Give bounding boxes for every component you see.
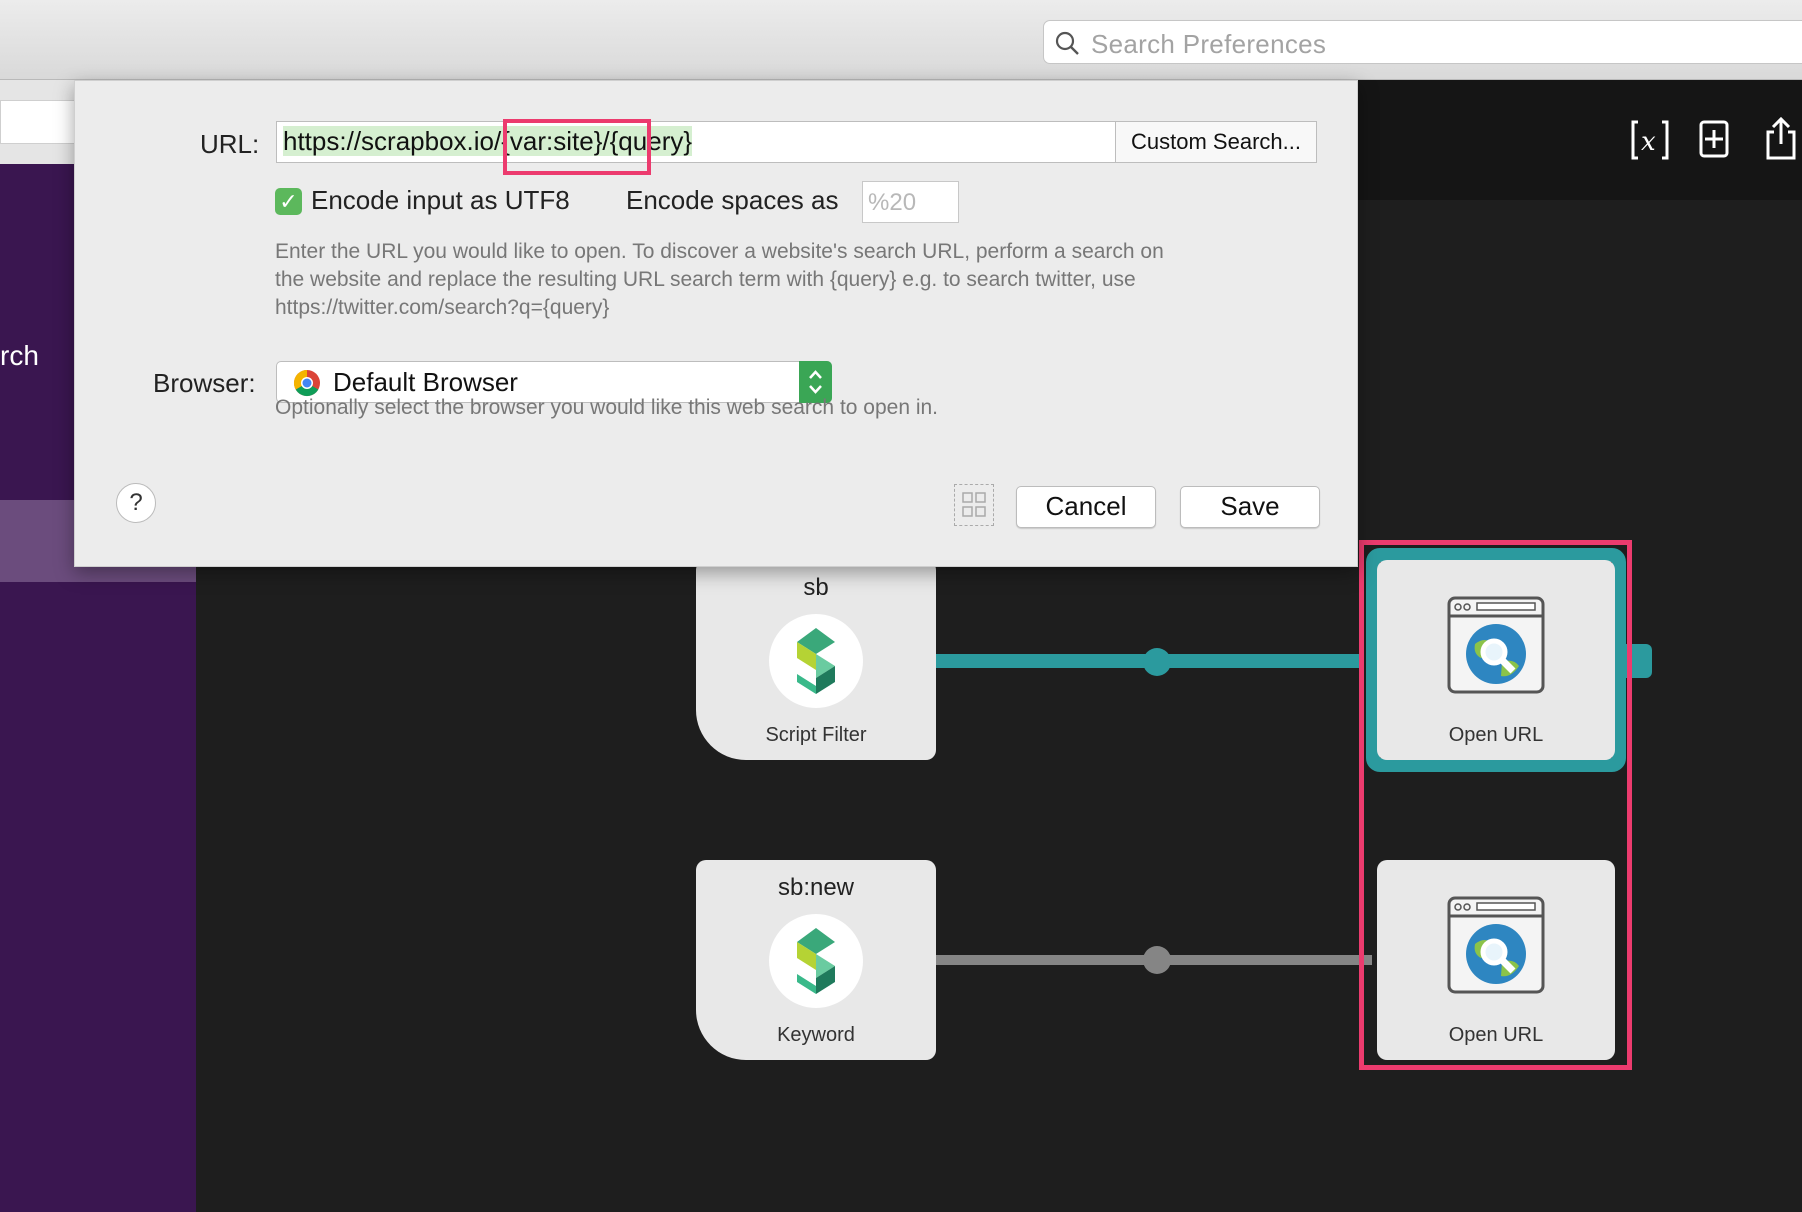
encode-utf8-label: Encode input as UTF8 bbox=[311, 185, 570, 215]
node-type-label: Script Filter bbox=[765, 724, 867, 746]
add-icon[interactable] bbox=[1699, 120, 1729, 158]
save-button[interactable]: Save bbox=[1180, 486, 1320, 528]
sidebar-item-label[interactable]: rch bbox=[0, 340, 39, 372]
search-preferences-input[interactable]: Search Preferences bbox=[1043, 20, 1802, 64]
variable-icon[interactable]: x bbox=[1630, 118, 1670, 162]
search-icon bbox=[1055, 31, 1079, 55]
chrome-icon bbox=[293, 369, 320, 397]
node-type-label: Keyword bbox=[777, 1024, 855, 1046]
url-label: URL: bbox=[200, 129, 260, 159]
url-annotation-highlight bbox=[503, 119, 651, 175]
node-title: sb bbox=[803, 574, 829, 601]
url-help-line-3: https://twitter.com/search?q={query} bbox=[275, 296, 610, 319]
url-value-prefix: https://scrapbox.io bbox=[283, 126, 494, 156]
grid-icon[interactable] bbox=[954, 484, 994, 526]
scrapbox-logo-icon bbox=[769, 614, 863, 708]
left-filter-field[interactable] bbox=[0, 100, 75, 144]
url-help-line-1: Enter the URL you would like to open. To… bbox=[275, 240, 1164, 263]
encode-spaces-input[interactable]: %20 bbox=[862, 181, 959, 223]
keyword-node[interactable]: sb:new Keyword bbox=[696, 860, 936, 1060]
connection-handle-active[interactable] bbox=[1143, 648, 1171, 676]
web-search-dialog: URL: https://scrapbox.io/{var:site}/{que… bbox=[74, 80, 1358, 567]
custom-search-button[interactable]: Custom Search... bbox=[1115, 121, 1317, 163]
encode-utf8-checkbox[interactable]: ✓ bbox=[275, 188, 302, 215]
cancel-button[interactable]: Cancel bbox=[1016, 486, 1156, 528]
browser-label: Browser: bbox=[153, 368, 256, 398]
browser-help-text: Optionally select the browser you would … bbox=[275, 396, 939, 419]
connection-handle[interactable] bbox=[1143, 946, 1171, 974]
scrapbox-logo-icon bbox=[769, 914, 863, 1008]
share-icon[interactable] bbox=[1764, 116, 1798, 160]
preferences-toolbar: Search Preferences bbox=[0, 0, 1802, 80]
help-button[interactable]: ? bbox=[116, 483, 156, 523]
encode-spaces-label: Encode spaces as bbox=[626, 185, 839, 215]
url-input[interactable]: https://scrapbox.io/{var:site}/{query} bbox=[276, 119, 1116, 175]
node-title: sb:new bbox=[777, 874, 855, 901]
search-placeholder: Search Preferences bbox=[1091, 29, 1327, 59]
svg-text:x: x bbox=[1641, 127, 1656, 157]
annotation-highlight-box bbox=[1359, 540, 1632, 1070]
script-filter-node[interactable]: sb Script Filter bbox=[696, 560, 936, 760]
url-help-line-2: the website and replace the resulting UR… bbox=[275, 268, 1136, 291]
workflow-toolbar: x bbox=[1358, 80, 1802, 200]
